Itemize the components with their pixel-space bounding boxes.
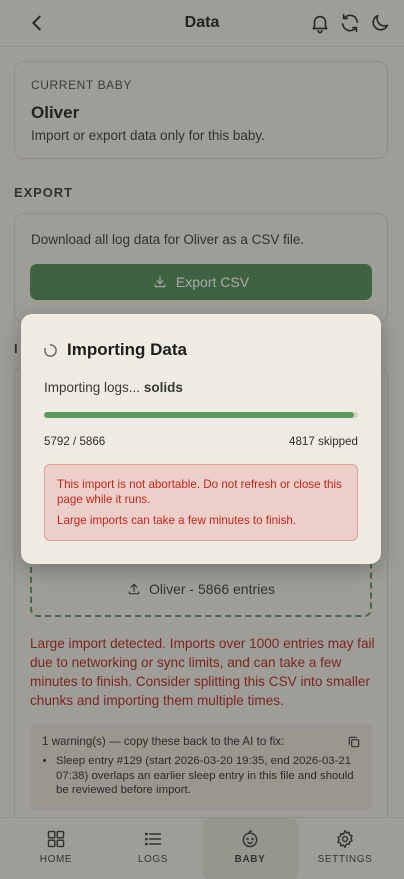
import-progress-fill: [44, 412, 355, 418]
import-progress-bar: [44, 412, 358, 418]
import-status: Importing logs... solids: [44, 380, 183, 395]
import-status-prefix: Importing logs...: [44, 380, 141, 395]
alert-primary-text: This import is not abortable. Do not ref…: [57, 478, 342, 506]
skipped-count: 4817 skipped: [289, 435, 358, 448]
progress-count: 5792 / 5866: [44, 435, 106, 448]
dialog-title: Importing Data: [67, 340, 187, 359]
not-abortable-alert: This import is not abortable. Do not ref…: [44, 464, 358, 541]
spinner-icon: [44, 344, 57, 357]
import-status-stage: solids: [143, 380, 183, 395]
alert-secondary-text: Large imports can take a few minutes to …: [57, 514, 297, 527]
importing-data-dialog: Importing Data Importing logs... solids …: [21, 314, 381, 564]
